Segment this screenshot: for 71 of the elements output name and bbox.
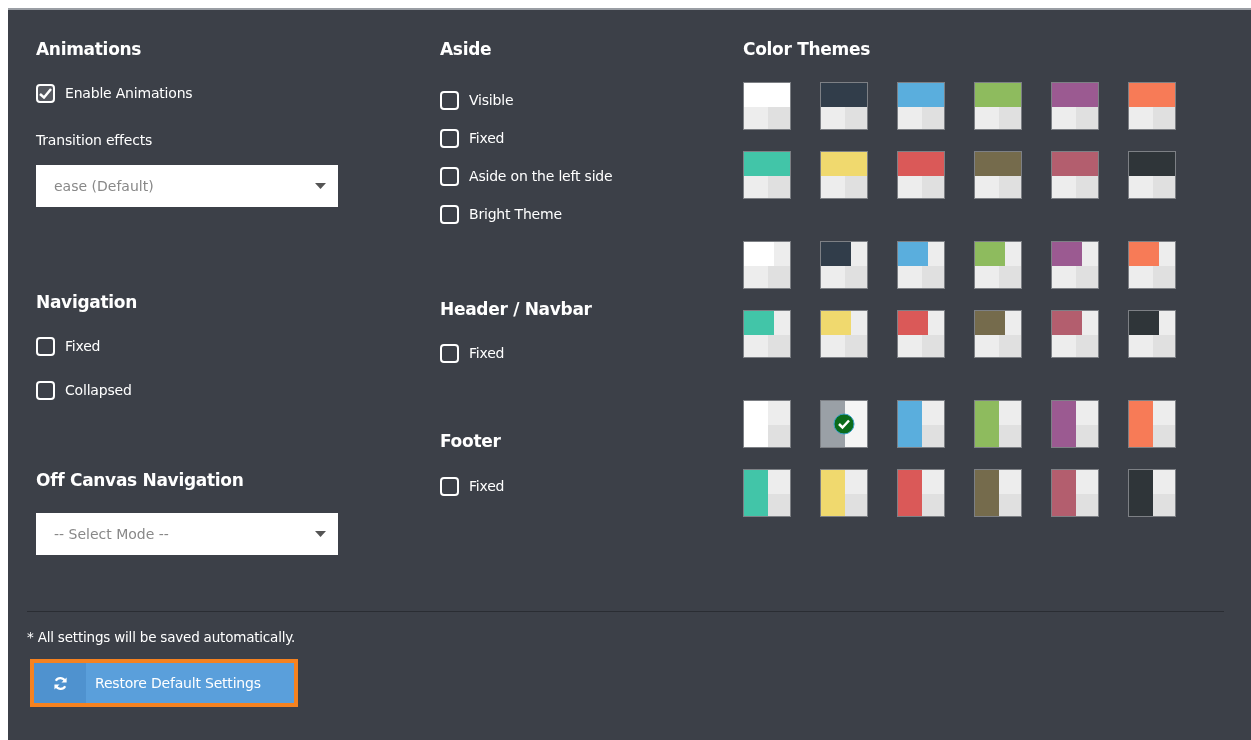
checkbox[interactable] [440, 343, 459, 363]
theme-swatch[interactable] [974, 82, 1022, 130]
theme-swatch[interactable] [1051, 151, 1099, 199]
theme-swatch[interactable] [897, 151, 945, 199]
select-field[interactable]: ease (Default) [36, 165, 338, 207]
checkbox[interactable] [440, 90, 459, 110]
theme-swatch[interactable] [820, 151, 868, 199]
caret-icon [315, 531, 326, 537]
checkbox-label: Fixed [469, 478, 505, 494]
checkbox[interactable] [36, 380, 55, 400]
checkbox-label: Fixed [65, 338, 101, 354]
theme-swatch[interactable] [1051, 82, 1099, 130]
section-heading: Aside [440, 38, 493, 60]
check-icon [39, 87, 52, 99]
theme-swatch[interactable] [974, 151, 1022, 199]
theme-swatch[interactable] [743, 400, 791, 448]
section-heading: Color Themes [743, 38, 871, 60]
checkbox-label: Fixed [469, 130, 505, 146]
theme-swatch[interactable] [1128, 310, 1176, 358]
theme-swatch[interactable] [743, 310, 791, 358]
theme-swatch[interactable] [974, 469, 1022, 517]
theme-swatch[interactable] [820, 241, 868, 289]
theme-swatch[interactable] [974, 310, 1022, 358]
theme-swatch[interactable] [974, 400, 1022, 448]
caret-icon [315, 183, 326, 189]
checkbox[interactable] [36, 336, 55, 356]
theme-swatch[interactable] [897, 469, 945, 517]
theme-swatch[interactable] [1128, 82, 1176, 130]
settings-note: * All settings will be saved automatically. [27, 629, 297, 645]
theme-swatch[interactable] [1128, 469, 1176, 517]
theme-swatch[interactable] [820, 469, 868, 517]
checkbox-label: Bright Theme [469, 206, 562, 222]
theme-swatch[interactable] [820, 310, 868, 358]
section-heading: Footer [440, 430, 502, 452]
theme-swatch[interactable] [820, 400, 868, 448]
theme-swatch[interactable] [897, 241, 945, 289]
select-field[interactable]: -- Select Mode -- [36, 513, 338, 555]
section-heading: Header / Navbar [440, 298, 593, 320]
theme-swatch[interactable] [1128, 400, 1176, 448]
theme-swatch[interactable] [820, 82, 868, 130]
checkbox-label: Aside on the left side [469, 168, 613, 184]
theme-swatch[interactable] [897, 310, 945, 358]
theme-swatch[interactable] [743, 151, 791, 199]
theme-swatch[interactable] [897, 82, 945, 130]
checkbox[interactable] [440, 166, 459, 186]
section-heading: Off Canvas Navigation [36, 469, 245, 491]
theme-swatch[interactable] [1051, 400, 1099, 448]
theme-swatch[interactable] [1128, 241, 1176, 289]
refresh-icon [52, 675, 68, 691]
field-label: Transition effects [36, 132, 153, 148]
checkbox-label: Collapsed [65, 382, 132, 398]
theme-swatch[interactable] [897, 400, 945, 448]
checkbox[interactable] [440, 204, 459, 224]
checkbox[interactable] [440, 128, 459, 148]
theme-swatch[interactable] [743, 82, 791, 130]
checkbox[interactable] [440, 476, 459, 496]
theme-swatch[interactable] [743, 469, 791, 517]
theme-swatch[interactable] [743, 241, 791, 289]
checkbox-label: Fixed [469, 345, 505, 361]
theme-swatch[interactable] [1051, 310, 1099, 358]
checkbox[interactable] [36, 83, 55, 103]
checkbox-label: Visible [469, 92, 514, 108]
theme-swatch[interactable] [974, 241, 1022, 289]
theme-swatch[interactable] [1128, 151, 1176, 199]
theme-swatch[interactable] [1051, 469, 1099, 517]
checkbox-label: Enable Animations [65, 85, 193, 101]
section-heading: Navigation [36, 291, 138, 313]
check-icon [833, 413, 855, 435]
section-heading: Animations [36, 38, 143, 60]
restore-defaults-button[interactable]: Restore Default Settings [30, 659, 298, 707]
theme-swatch[interactable] [1051, 241, 1099, 289]
